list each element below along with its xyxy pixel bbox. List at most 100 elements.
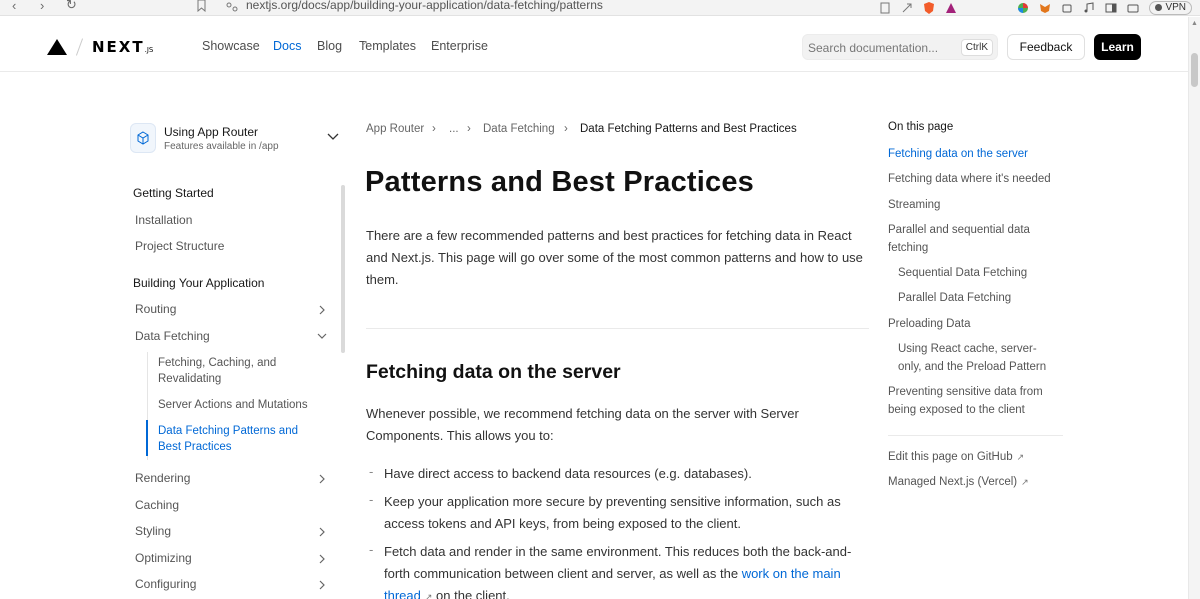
sidebar-item-styling[interactable]: Styling (135, 524, 171, 538)
sidebar-item-routing[interactable]: Routing (135, 302, 176, 316)
intro-line: There are a few recommended patterns and… (366, 228, 852, 243)
vpn-button[interactable]: VPN (1149, 0, 1192, 15)
cube-icon (130, 123, 156, 153)
vercel-triangle-icon[interactable] (47, 39, 67, 55)
edit-on-github-label: Edit this page on GitHub (888, 451, 1013, 463)
bullet-line: Keep your application more secure by pre… (384, 494, 841, 509)
breadcrumb-ellipsis[interactable]: ... (449, 123, 459, 135)
toc-item-sensitive-data[interactable]: Preventing sensitive data from being exp… (888, 384, 1053, 419)
toc-item-preloading[interactable]: Preloading Data (888, 316, 1038, 334)
nav-showcase[interactable]: Showcase (202, 39, 260, 53)
scroll-thumb[interactable] (1191, 53, 1198, 87)
external-link-icon: ↗ (361, 39, 368, 48)
page-title: Patterns and Best Practices (365, 166, 755, 198)
main-thread-link[interactable]: thread (384, 588, 421, 599)
bullet-text-span: on the client. (432, 588, 510, 599)
bullet-text-span: forth communication between client and s… (384, 566, 742, 581)
nav-blog[interactable]: Blog (317, 39, 342, 53)
bullet-line: thread ↗ on the client. (384, 585, 864, 599)
sidebar-item-data-fetching[interactable]: Data Fetching (135, 329, 210, 343)
intro-line: them. (366, 272, 399, 287)
sidebar-item-rendering[interactable]: Rendering (135, 471, 190, 485)
external-link-icon: ↗ (1016, 452, 1025, 462)
logo-text: NEXT (92, 38, 145, 56)
subnav-active-indicator (146, 420, 148, 456)
search-placeholder: Search documentation... (808, 41, 939, 55)
toc-item-react-cache[interactable]: Using React cache, server-only, and the … (898, 341, 1050, 376)
bullet-line: forth communication between client and s… (384, 563, 864, 585)
site-settings-icon[interactable] (226, 2, 238, 12)
external-link-icon: ↗ (1021, 477, 1029, 487)
bullet-line: Have direct access to backend data resou… (384, 466, 752, 481)
site-header: NEXT.JS Showcase Docs Blog Templates ↗ En… (0, 17, 1188, 72)
intro-line: and Next.js. This page will go over some… (366, 250, 863, 265)
sidebar-item-caching[interactable]: Caching (135, 498, 179, 512)
reader-icon[interactable] (879, 2, 891, 14)
search-input[interactable]: Search documentation... CtrlK (802, 34, 998, 60)
toc-item-streaming[interactable]: Streaming (888, 197, 1038, 215)
metamask-icon[interactable] (1039, 2, 1051, 14)
learn-button[interactable]: Learn (1094, 34, 1141, 60)
brave-shield-icon[interactable] (923, 1, 935, 14)
nav-docs[interactable]: Docs (273, 39, 301, 53)
sidebar-item-server-actions[interactable]: Server Actions and Mutations (158, 397, 318, 413)
back-icon[interactable]: ‹ (12, 0, 16, 14)
toc-title: On this page (888, 121, 954, 133)
vpn-label: VPN (1165, 1, 1186, 13)
music-icon[interactable] (1083, 1, 1095, 14)
external-link-icon: ↗ (433, 39, 440, 48)
bullet-marker: - (369, 542, 374, 557)
logo-wordmark[interactable]: NEXT.JS (92, 38, 153, 56)
sidebar-item-optimizing[interactable]: Optimizing (135, 551, 192, 565)
reload-icon[interactable]: ↻ (66, 0, 77, 13)
sidebar-item-data-fetching-patterns[interactable]: Data Fetching Patterns and Best Practice… (158, 423, 318, 455)
logo-divider (75, 38, 84, 56)
forward-icon[interactable]: › (40, 0, 44, 14)
colorful-extension-icon[interactable] (1017, 2, 1029, 14)
toc-item-fetching-where-needed[interactable]: Fetching data where it's needed (888, 171, 1063, 189)
main-thread-link[interactable]: work on the main (742, 566, 841, 581)
bullet-marker: - (369, 492, 374, 507)
breadcrumb-separator: › (432, 123, 436, 135)
toc-item-fetching-server[interactable]: Fetching data on the server (888, 146, 1058, 164)
breadcrumb-data-fetching[interactable]: Data Fetching (483, 123, 555, 135)
toc-item-parallel-sequential[interactable]: Parallel and sequential data fetching (888, 222, 1038, 257)
sidebar-item-fetching-caching[interactable]: Fetching, Caching, and Revalidating (158, 355, 318, 387)
chevron-right-icon[interactable] (318, 474, 326, 484)
sidebar-toggle-icon[interactable] (1105, 2, 1117, 14)
logo-suffix: .JS (144, 46, 154, 54)
edit-on-github-link[interactable]: Edit this page on GitHub ↗ (888, 451, 1024, 463)
chevron-right-icon[interactable] (318, 305, 326, 315)
toc-item-sequential[interactable]: Sequential Data Fetching (898, 265, 1058, 283)
brave-rewards-icon[interactable] (945, 2, 957, 14)
sidebar-scrollbar[interactable] (341, 185, 345, 353)
chevron-right-icon[interactable] (318, 580, 326, 590)
toc-divider (888, 435, 1063, 436)
toc-item-parallel[interactable]: Parallel Data Fetching (898, 290, 1058, 308)
chevron-right-icon[interactable] (318, 527, 326, 537)
breadcrumb-current: Data Fetching Patterns and Best Practice… (580, 123, 797, 135)
breadcrumb-app-router[interactable]: App Router (366, 123, 424, 135)
page-scrollbar[interactable]: ▲ (1188, 17, 1200, 599)
sidebar-item-configuring[interactable]: Configuring (135, 577, 196, 591)
share-icon[interactable] (901, 2, 913, 14)
breadcrumb-separator: › (467, 123, 471, 135)
bullet-marker: - (369, 464, 374, 479)
nextjs-logo[interactable]: NEXT.JS (47, 38, 153, 56)
section-intro-paragraph: Whenever possible, we recommend fetching… (366, 403, 866, 447)
puzzle-extensions-icon[interactable] (1061, 2, 1073, 14)
feedback-button[interactable]: Feedback (1007, 34, 1085, 60)
sidebar-item-project-structure[interactable]: Project Structure (135, 239, 224, 253)
url-text[interactable]: nextjs.org/docs/app/building-your-applic… (246, 0, 603, 11)
address-bar[interactable]: nextjs.org/docs/app/building-your-applic… (226, 0, 603, 14)
chevron-down-icon[interactable] (317, 332, 327, 340)
bullet-line: Fetch data and render in the same enviro… (384, 544, 852, 559)
wallet-icon[interactable] (1127, 2, 1139, 14)
chevron-right-icon[interactable] (318, 554, 326, 564)
managed-nextjs-link[interactable]: Managed Next.js (Vercel) ↗ (888, 476, 1029, 488)
bookmark-icon[interactable] (197, 0, 206, 12)
chevron-down-icon[interactable] (327, 133, 339, 141)
sidebar-item-installation[interactable]: Installation (135, 213, 192, 227)
router-selector[interactable]: Using App Router Features available in /… (130, 123, 279, 153)
scroll-up-icon[interactable]: ▲ (1191, 20, 1198, 27)
